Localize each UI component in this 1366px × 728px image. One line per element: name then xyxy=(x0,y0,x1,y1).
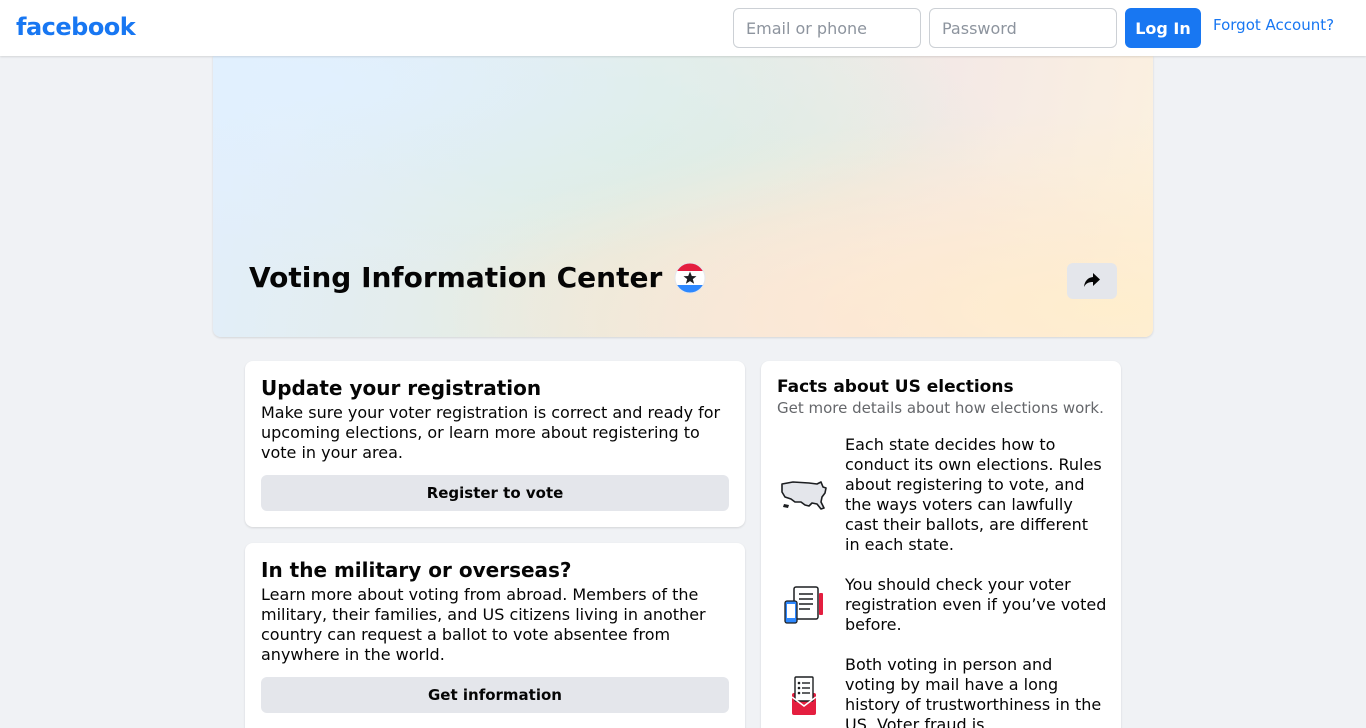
fact-item: You should check your voter registration… xyxy=(777,575,1107,635)
fact-text: Both voting in person and voting by mail… xyxy=(845,655,1102,728)
fact-item: Both voting in person and voting by mail… xyxy=(777,655,1107,728)
update-registration-card: Update your registration Make sure your … xyxy=(245,361,745,527)
military-overseas-card: In the military or overseas? Learn more … xyxy=(245,543,745,728)
card-title: Update your registration xyxy=(261,376,542,400)
get-information-button[interactable]: Get information xyxy=(261,677,729,713)
us-map-icon xyxy=(777,468,831,522)
share-button[interactable] xyxy=(1067,263,1117,299)
vote-badge-icon xyxy=(674,262,706,294)
password-input[interactable] xyxy=(929,8,1117,48)
facts-subtitle: Get more details about how elections wor… xyxy=(777,399,1104,417)
fact-text: You should check your voter registration… xyxy=(845,575,1107,634)
card-description: Make sure your voter registration is cor… xyxy=(261,403,721,462)
page-title-row: Voting Information Center xyxy=(249,261,706,294)
login-button[interactable]: Log In xyxy=(1125,8,1201,48)
page-title: Voting Information Center xyxy=(249,261,663,294)
election-facts-card: Facts about US elections Get more detail… xyxy=(761,361,1121,728)
fact-item: Each state decides how to conduct its ow… xyxy=(777,435,1107,555)
mail-ballot-icon xyxy=(777,668,831,722)
fact-text: Each state decides how to conduct its ow… xyxy=(845,435,1102,554)
email-input[interactable] xyxy=(733,8,921,48)
facebook-logo[interactable]: facebook xyxy=(16,13,136,41)
registration-phone-icon xyxy=(777,578,831,632)
hero-banner: Voting Information Center xyxy=(213,56,1153,337)
facts-title: Facts about US elections xyxy=(777,377,1014,397)
top-bar: facebook Log In Forgot Account? xyxy=(0,0,1366,56)
forgot-account-link[interactable]: Forgot Account? xyxy=(1213,16,1334,34)
card-title: In the military or overseas? xyxy=(261,558,572,582)
share-icon xyxy=(1083,272,1101,291)
card-description: Learn more about voting from abroad. Mem… xyxy=(261,585,706,664)
register-to-vote-button[interactable]: Register to vote xyxy=(261,475,729,511)
